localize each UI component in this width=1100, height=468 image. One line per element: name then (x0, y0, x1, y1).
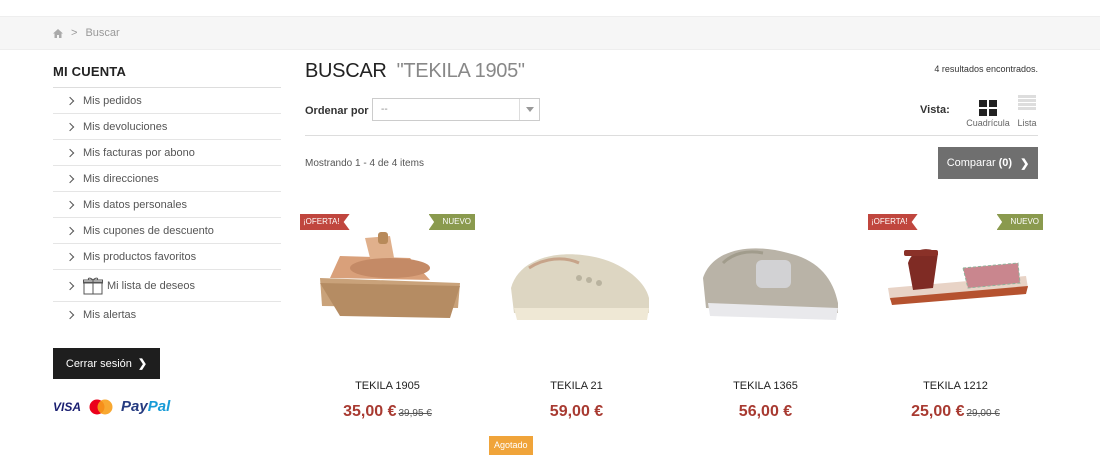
grid-icon (979, 100, 997, 116)
page-title: BUSCAR "TEKILA 1905" (305, 60, 1038, 90)
product-image[interactable] (300, 208, 475, 368)
breadcrumb: > Buscar (0, 16, 1100, 50)
sort-select[interactable]: -- (372, 98, 540, 121)
sidebar-item-deseos[interactable]: Mi lista de deseos (53, 270, 281, 302)
price-current: 56,00 € (738, 403, 793, 420)
gift-icon (83, 277, 103, 294)
sidebar-item-cupones[interactable]: Mis cupones de descuento (53, 218, 281, 244)
sidebar-item-label: Mis productos favoritos (83, 250, 197, 263)
sidebar-item-favoritos[interactable]: Mis productos favoritos (53, 244, 281, 270)
search-query: "TEKILA 1905" (396, 60, 525, 82)
chevron-right-icon (65, 174, 75, 183)
logout-label: Cerrar sesión (65, 357, 132, 370)
sidebar-item-pedidos[interactable]: Mis pedidos (53, 88, 281, 114)
paypal-logo-part: Pal (147, 398, 171, 415)
sidebar-item-label: Mis alertas (83, 309, 137, 321)
product-card[interactable]: ¡OFERTA! NUEVO TEKILA 1212 25,00 €29,00 … (868, 208, 1043, 448)
product-price: 25,00 €29,00 € (868, 403, 1043, 421)
chevron-right-icon (65, 226, 75, 235)
sidebar-item-label: Mis direcciones (83, 172, 159, 185)
new-badge: NUEVO (428, 214, 475, 230)
product-card[interactable]: ¡OFERTA! NUEVO TEKILA 1905 35,00 €39,95 … (300, 208, 475, 448)
price-old: 39,95 € (398, 408, 432, 419)
product-grid: ¡OFERTA! NUEVO TEKILA 1905 35,00 €39,95 … (300, 208, 1045, 468)
price-current: 35,00 € (343, 403, 397, 420)
product-image[interactable] (678, 208, 853, 368)
sold-out-badge: Agotado (489, 436, 533, 455)
logout-button[interactable]: Cerrar sesión ❯ (53, 348, 160, 379)
sidebar-item-facturas[interactable]: Mis facturas por abono (53, 140, 281, 166)
product-name[interactable]: TEKILA 1905 (300, 380, 475, 392)
search-results-main: BUSCAR "TEKILA 1905" 4 resultados encont… (305, 60, 1038, 179)
sidebar-item-label: Mis facturas por abono (83, 146, 195, 159)
price-current: 25,00 € (911, 403, 965, 420)
product-name[interactable]: TEKILA 21 (489, 380, 664, 392)
view-list-label: Lista (1017, 118, 1037, 128)
compare-button[interactable]: Comparar (0) ❯ (938, 147, 1038, 179)
payment-logos: VISA PayPal (53, 398, 170, 415)
sidebar-item-label: Mis cupones de descuento (83, 224, 214, 237)
product-price: 35,00 €39,95 € (300, 403, 475, 421)
chevron-right-icon: ❯ (137, 358, 148, 370)
results-count: 4 resultados encontrados. (934, 64, 1038, 74)
sidebar-item-label: Mis devoluciones (83, 120, 168, 133)
price-old: 29,00 € (966, 408, 1000, 419)
sidebar-item-devoluciones[interactable]: Mis devoluciones (53, 114, 281, 140)
view-grid-label: Cuadrícula (966, 118, 1010, 128)
chevron-right-icon (65, 252, 75, 261)
view-grid-button[interactable]: Cuadrícula (963, 94, 1013, 128)
product-price: 56,00 € (678, 403, 853, 421)
chevron-right-icon (65, 122, 75, 131)
sort-toolbar: Ordenar por -- Vista: Cuadrícula Lista (305, 95, 1038, 136)
sidebar-title: MI CUENTA (53, 64, 281, 88)
sidebar-item-direcciones[interactable]: Mis direcciones (53, 166, 281, 192)
chevron-right-icon: ❯ (1020, 157, 1030, 170)
view-list-button[interactable]: Lista (1013, 94, 1041, 128)
visa-logo: VISA (53, 399, 82, 414)
price-current: 59,00 € (549, 403, 604, 420)
mastercard-logo-icon (89, 399, 113, 414)
chevron-right-icon (65, 96, 75, 105)
compare-label: Comparar (946, 157, 996, 169)
chevron-right-icon (65, 200, 75, 209)
view-label: Vista: (920, 104, 950, 116)
sidebar-item-label: Mi lista de deseos (107, 279, 196, 292)
product-card[interactable]: TEKILA 1365 56,00 € (678, 208, 853, 448)
sidebar-item-datos[interactable]: Mis datos personales (53, 192, 281, 218)
sidebar-item-label: Mis datos personales (83, 198, 187, 211)
chevron-right-icon (65, 148, 75, 157)
product-card[interactable]: TEKILA 21 59,00 € (489, 208, 664, 448)
breadcrumb-separator: > (71, 27, 78, 39)
sort-select-value: -- (381, 104, 388, 115)
product-name[interactable]: TEKILA 1212 (868, 380, 1043, 392)
breadcrumb-current: Buscar (85, 27, 120, 39)
offer-badge: ¡OFERTA! (300, 214, 350, 230)
offer-badge: ¡OFERTA! (868, 214, 918, 230)
paypal-logo: PayPal (121, 398, 170, 415)
chevron-down-icon (519, 99, 539, 120)
home-icon[interactable] (53, 28, 63, 38)
chevron-right-icon (65, 310, 75, 320)
sidebar-item-label: Mis pedidos (83, 94, 142, 107)
search-title: BUSCAR (305, 60, 387, 82)
chevron-right-icon (65, 281, 75, 290)
account-sidebar: MI CUENTA Mis pedidos Mis devoluciones M… (53, 64, 281, 415)
product-image[interactable] (489, 208, 664, 368)
list-icon (1018, 94, 1036, 111)
product-image[interactable] (868, 208, 1043, 368)
product-name[interactable]: TEKILA 1365 (678, 380, 853, 392)
paypal-logo-part: Pay (121, 398, 148, 415)
sort-label: Ordenar por (305, 105, 369, 117)
compare-count: (0) (998, 157, 1013, 169)
product-price: 59,00 € (489, 403, 664, 421)
pagination-summary: Mostrando 1 - 4 de 4 items (305, 158, 424, 169)
new-badge: NUEVO (996, 214, 1043, 230)
sidebar-item-alertas[interactable]: Mis alertas (53, 302, 281, 328)
